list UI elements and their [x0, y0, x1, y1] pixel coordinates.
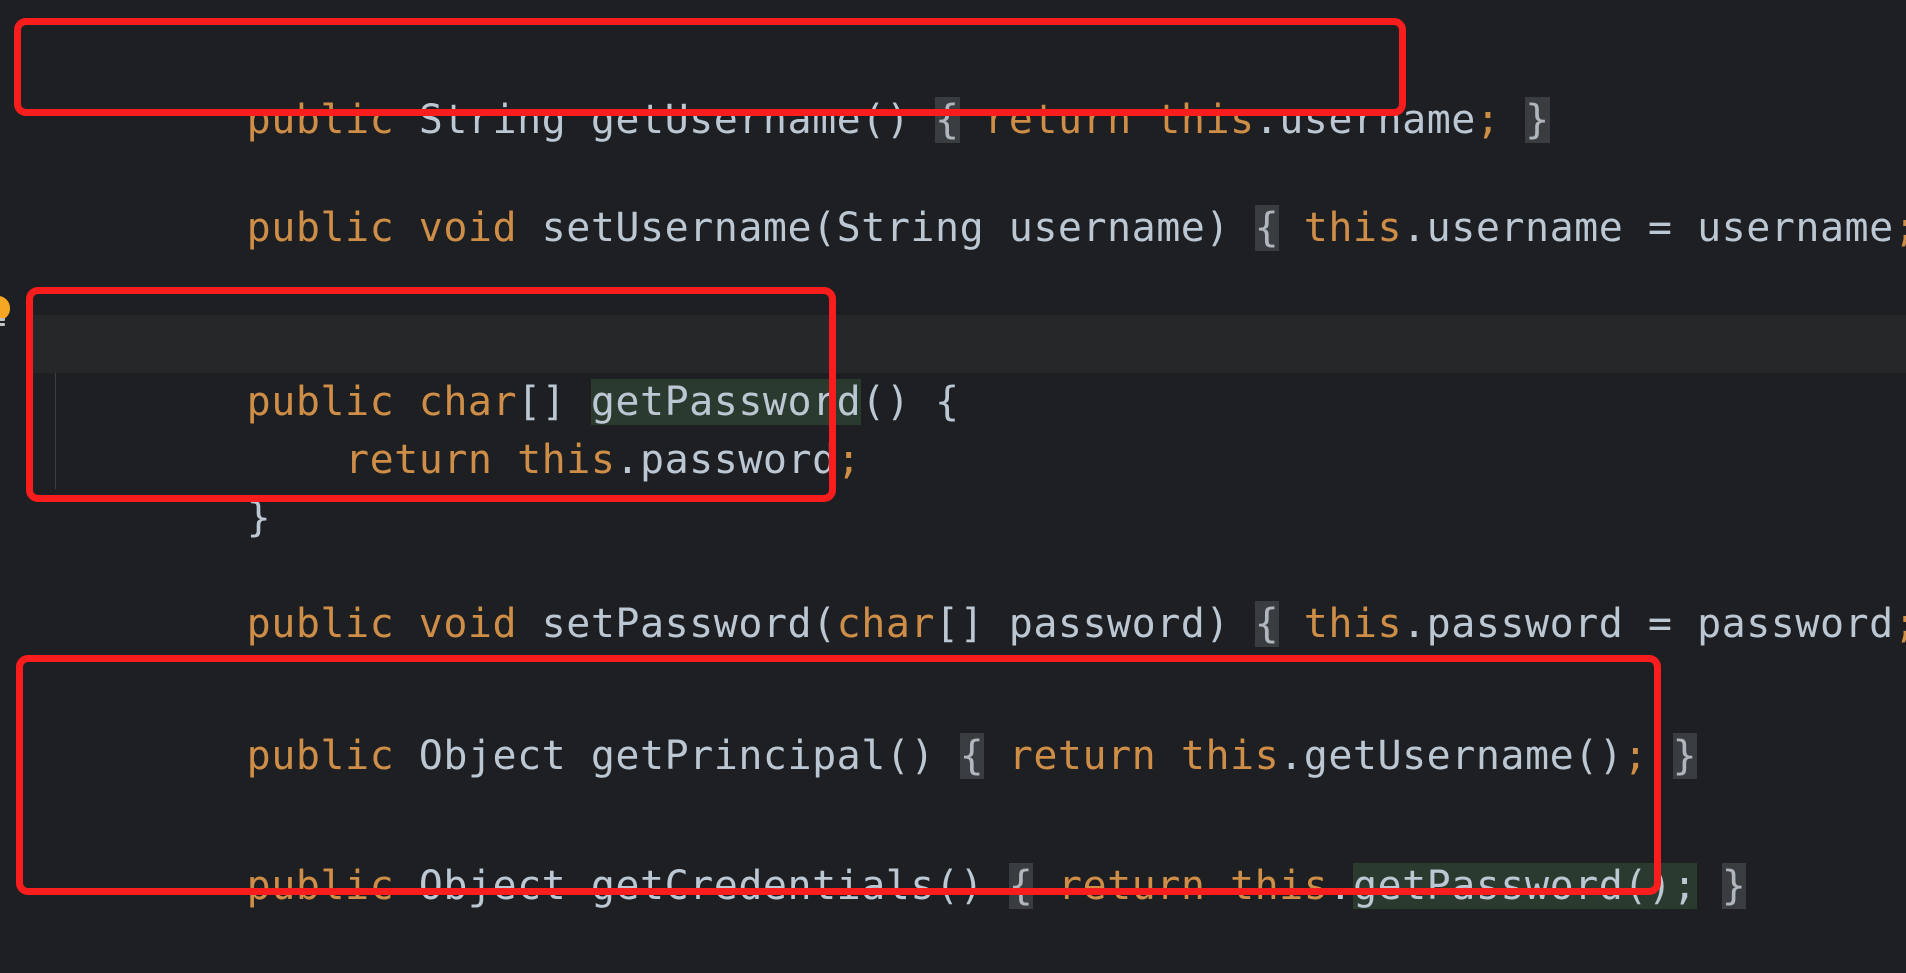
token-method-name: setPassword(	[541, 601, 837, 647]
token-keyword-this: this	[1180, 733, 1280, 779]
token-method-signature: Object getPrincipal()	[418, 733, 935, 779]
token-method-signature: setUsername(String username)	[541, 205, 1230, 251]
token-semicolon: ;	[1623, 733, 1648, 779]
token-brace-open: {	[959, 733, 985, 779]
token-keyword: public	[246, 863, 395, 909]
token-keyword-char: char	[836, 601, 935, 647]
token-keyword-return: return	[984, 97, 1132, 143]
token-brace-close: }	[246, 495, 272, 541]
code-content[interactable]: public String getUsername() { return thi…	[0, 0, 1906, 922]
token-keyword-this: this	[1303, 601, 1403, 647]
token-method-signature: Object getCredentials()	[418, 863, 985, 909]
token-semicolon: ;	[1894, 205, 1906, 251]
token-method-name: getUsername()	[590, 97, 911, 143]
token-assignment: .username = username	[1402, 205, 1894, 251]
code-line[interactable]: public Object getCredentials() { return …	[0, 799, 1906, 909]
code-line[interactable]: public void setUsername(String username)…	[0, 141, 1906, 251]
token-usage-highlight-getpassword-call: getPassword();	[1352, 863, 1698, 909]
token-field: .username	[1254, 97, 1476, 143]
token-keyword: public	[246, 205, 395, 251]
token-keyword-return: return	[1008, 733, 1157, 779]
token-keyword-this: this	[1303, 205, 1403, 251]
code-line[interactable]: }	[0, 431, 1906, 541]
token-type: String	[418, 97, 567, 143]
token-semicolon: ;	[1894, 601, 1906, 647]
token-method-call: .getUsername()	[1279, 733, 1624, 779]
token-brace-close: }	[1525, 97, 1550, 143]
token-param: [] password)	[934, 601, 1230, 647]
code-line[interactable]: public Object getPrincipal() { return th…	[0, 669, 1906, 779]
token-keyword-void: void	[418, 601, 518, 647]
token-brace-open: {	[1008, 863, 1034, 909]
code-editor[interactable]: public String getUsername() { return thi…	[0, 0, 1906, 922]
token-brace-open: {	[935, 97, 960, 143]
token-brace-open: {	[1254, 205, 1280, 251]
code-line[interactable]: public void setPassword(char[] password)…	[0, 537, 1906, 647]
token-brace-close: }	[1721, 863, 1747, 909]
token-keyword: public	[246, 733, 395, 779]
token-assignment: .password = password	[1402, 601, 1894, 647]
token-keyword: public	[246, 601, 395, 647]
code-line[interactable]: public char[] getPassword() {	[0, 315, 1906, 425]
token-brace-close: }	[1672, 733, 1698, 779]
code-line[interactable]: return this.password;	[0, 373, 1906, 483]
token-semicolon: ;	[1475, 97, 1501, 143]
token-dot: .	[1328, 863, 1353, 909]
token-brace-open: {	[1254, 601, 1280, 647]
token-keyword-return: return	[1057, 863, 1206, 909]
token-keyword-this: this	[1230, 863, 1329, 909]
token-keyword-this: this	[1156, 97, 1255, 143]
token-keyword-void: void	[418, 205, 518, 251]
token-keyword: public	[246, 97, 395, 143]
code-line[interactable]: public String getUsername() { return thi…	[0, 33, 1906, 143]
